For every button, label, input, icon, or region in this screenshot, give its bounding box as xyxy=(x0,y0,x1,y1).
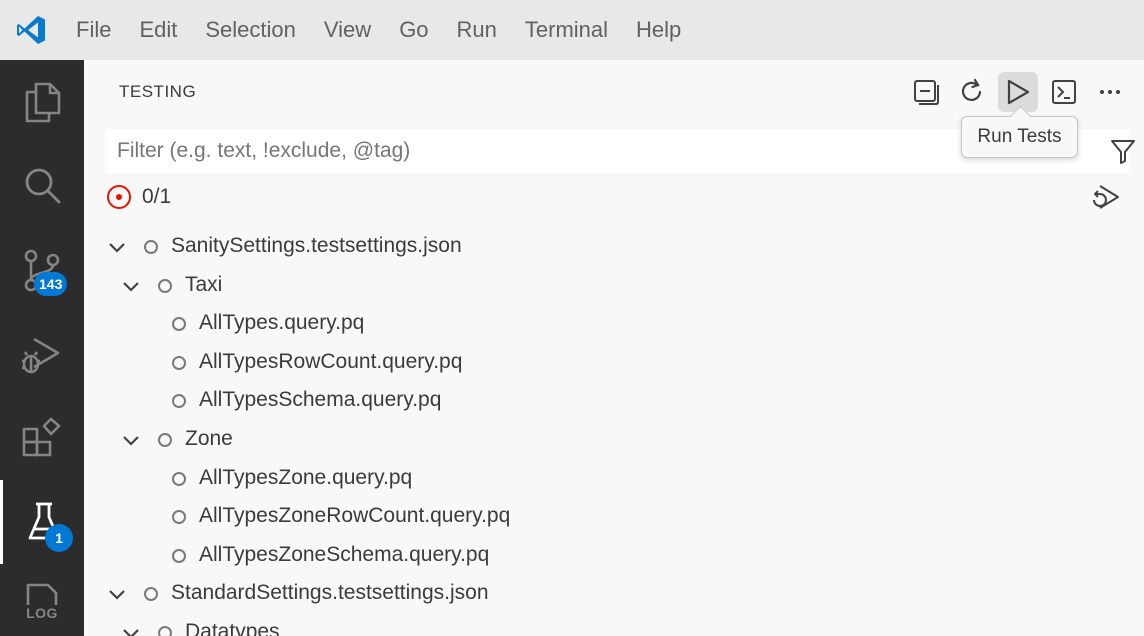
files-icon xyxy=(25,82,61,123)
menu-selection[interactable]: Selection xyxy=(191,0,310,60)
title-bar: File Edit Selection View Go Run Terminal… xyxy=(0,0,1144,60)
menu-help[interactable]: Help xyxy=(622,0,695,60)
tree-item-label: Datatypes xyxy=(185,620,280,636)
refresh-icon xyxy=(961,78,982,101)
output-log-button[interactable]: LOG xyxy=(0,568,84,636)
collapse-all-button[interactable] xyxy=(906,72,946,112)
extensions-button[interactable] xyxy=(0,397,84,477)
extensions-icon xyxy=(22,417,61,457)
run-tests-button[interactable] xyxy=(998,72,1038,112)
terminal-icon xyxy=(1052,80,1076,104)
testing-toolbar xyxy=(906,72,1130,112)
not-run-status-icon xyxy=(144,240,158,254)
chevron-down-icon[interactable] xyxy=(106,236,128,258)
not-run-status-icon xyxy=(144,587,158,602)
refresh-tests-button[interactable] xyxy=(952,72,992,112)
not-run-status-icon xyxy=(158,433,172,447)
log-file-icon xyxy=(26,583,58,605)
collapse-all-icon xyxy=(914,80,939,105)
menu-file[interactable]: File xyxy=(62,0,125,60)
tree-item[interactable]: AllTypesZoneRowCount.query.pq xyxy=(84,498,1144,536)
testing-panel: TESTING Filter (e.g. text, !exclude, @ta… xyxy=(84,60,1144,636)
source-control-button[interactable]: 143 xyxy=(0,230,84,310)
tree-item-label: Zone xyxy=(185,427,233,450)
vscode-logo-icon xyxy=(0,0,62,60)
chevron-down-icon[interactable] xyxy=(120,275,142,297)
test-count: 0/1 xyxy=(142,185,172,208)
tree-item[interactable]: AllTypes.query.pq xyxy=(84,305,1144,343)
not-run-status-icon xyxy=(158,626,172,636)
tree-item[interactable]: AllTypesZoneSchema.query.pq xyxy=(84,537,1144,575)
not-run-status-icon xyxy=(172,548,186,563)
tree-item[interactable]: Taxi xyxy=(84,267,1144,305)
panel-title: TESTING xyxy=(119,82,197,101)
tree-item-label: AllTypesRowCount.query.pq xyxy=(199,349,463,373)
run-debug-icon xyxy=(22,337,60,374)
menu-bar: File Edit Selection View Go Run Terminal… xyxy=(62,0,695,60)
tree-item-label: AllTypes.query.pq xyxy=(199,311,365,335)
not-run-status-icon xyxy=(172,394,186,409)
tree-item-label: AllTypesZone.query.pq xyxy=(199,465,413,489)
tree-item-label: Taxi xyxy=(185,272,223,296)
menu-run[interactable]: Run xyxy=(443,0,511,60)
not-run-status-icon xyxy=(172,317,186,332)
tree-item-label: StandardSettings.testsettings.json xyxy=(171,581,489,605)
log-label: LOG xyxy=(26,605,58,621)
open-terminal-button[interactable] xyxy=(1044,72,1084,112)
menu-terminal[interactable]: Terminal xyxy=(511,0,622,60)
tree-item-label: AllTypesZoneSchema.query.pq xyxy=(199,542,490,566)
tree-item-label: AllTypesSchema.query.pq xyxy=(199,388,442,412)
not-run-status-icon xyxy=(172,471,186,486)
menu-edit[interactable]: Edit xyxy=(125,0,191,60)
not-run-status-icon xyxy=(158,278,172,293)
testing-badge: 1 xyxy=(45,524,73,552)
tree-item[interactable]: StandardSettings.testsettings.json xyxy=(84,575,1144,613)
more-icon xyxy=(1100,90,1120,94)
tree-item[interactable]: SanitySettings.testsettings.json xyxy=(84,228,1144,266)
tree-item[interactable]: Datatypes xyxy=(84,614,1144,636)
rerun-tests-icon[interactable] xyxy=(1090,182,1122,214)
tree-item-label: AllTypesZoneRowCount.query.pq xyxy=(199,504,511,528)
more-actions-button[interactable] xyxy=(1090,72,1130,112)
test-summary: 0/1 xyxy=(106,182,171,212)
tree-item[interactable]: Zone xyxy=(84,421,1144,459)
search-button[interactable] xyxy=(0,145,84,225)
run-tests-icon xyxy=(1007,79,1030,105)
chevron-down-icon[interactable] xyxy=(120,429,142,451)
chevron-down-icon[interactable] xyxy=(120,622,142,636)
not-run-status-icon xyxy=(172,510,186,525)
filter-icon[interactable] xyxy=(1109,137,1137,165)
run-debug-button[interactable] xyxy=(0,315,84,395)
run-tests-tooltip: Run Tests xyxy=(961,116,1078,158)
tree-item[interactable]: AllTypesSchema.query.pq xyxy=(84,382,1144,420)
filter-input[interactable] xyxy=(105,129,1005,173)
source-control-badge: 143 xyxy=(34,272,68,296)
activity-bar: 143 1 LOG xyxy=(0,60,84,636)
menu-view[interactable]: View xyxy=(310,0,385,60)
search-icon xyxy=(25,168,61,204)
failed-status-icon xyxy=(107,185,131,209)
not-run-status-icon xyxy=(172,355,186,370)
tree-item-label: SanitySettings.testsettings.json xyxy=(171,234,462,257)
testing-button[interactable]: 1 xyxy=(0,480,84,564)
menu-go[interactable]: Go xyxy=(385,0,442,60)
tree-item[interactable]: AllTypesRowCount.query.pq xyxy=(84,344,1144,382)
chevron-down-icon[interactable] xyxy=(106,583,128,605)
tree-item[interactable]: AllTypesZone.query.pq xyxy=(84,460,1144,498)
explorer-button[interactable] xyxy=(0,62,84,142)
